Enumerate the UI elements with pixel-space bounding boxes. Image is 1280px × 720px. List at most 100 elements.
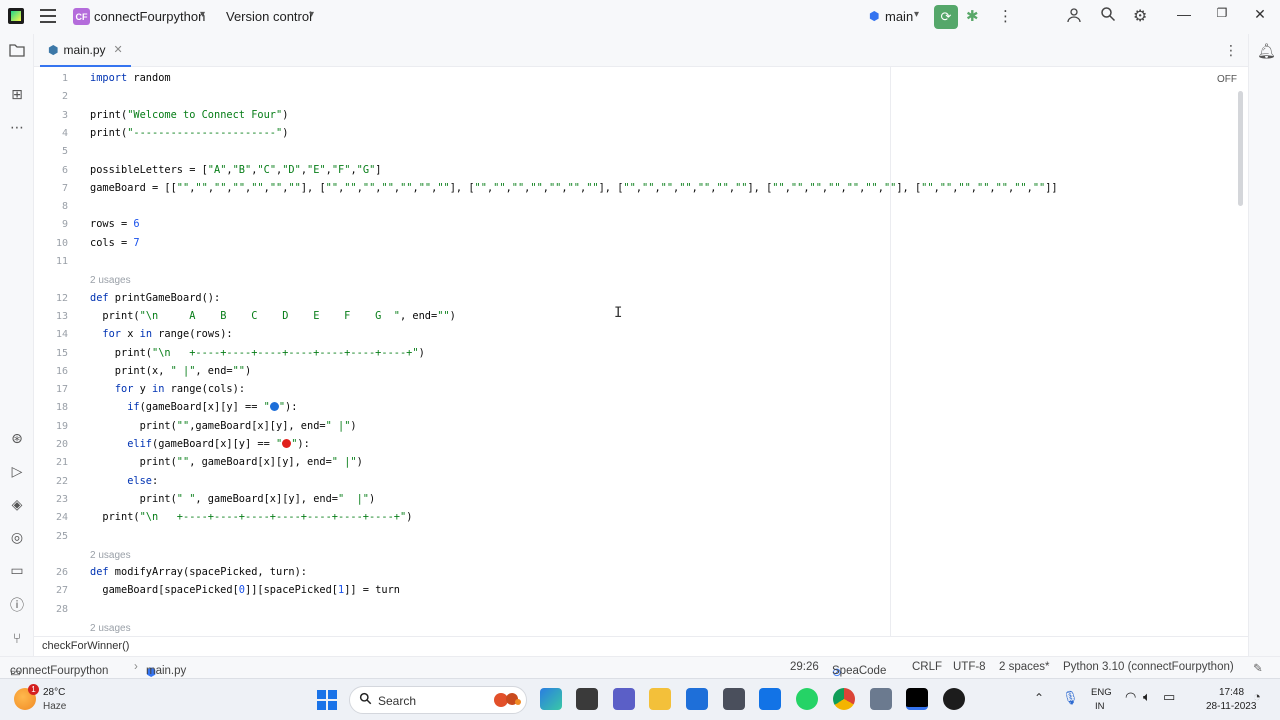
run-tool-icon[interactable]: ▷ (8, 462, 26, 480)
line-number: 23 (55, 493, 68, 505)
store-app-icon[interactable] (686, 688, 708, 710)
battery-icon[interactable]: ▭ (1163, 689, 1175, 705)
close-tab-icon[interactable]: ✕ (114, 43, 123, 56)
code-line[interactable]: print("\n +----+----+----+----+----+----… (90, 511, 412, 523)
code-line[interactable]: elif(gameBoard[x][y] == " "): (90, 438, 310, 450)
code-line[interactable]: def printGameBoard(): (90, 292, 220, 304)
chevron-down-icon[interactable]: ▾ (200, 9, 205, 20)
code-line[interactable]: import random (90, 72, 171, 84)
version-control-menu[interactable]: Version control (226, 9, 312, 24)
code-editor[interactable]: 1 2 3 4 5 6 7 8 9 10 11 12 13 14 15 16 17 18 19 20 21 22 23 24 2… (34, 67, 1248, 636)
pycharm-logo-icon[interactable] (8, 8, 24, 24)
branch-selector[interactable]: main (885, 9, 913, 24)
main-menu-icon[interactable] (40, 9, 56, 23)
file-explorer-app-icon[interactable] (649, 688, 671, 710)
github-app-icon[interactable] (943, 688, 965, 710)
code-line[interactable]: print("",gameBoard[x][y], end=" |") (90, 420, 357, 432)
wifi-icon[interactable]: ◠ (1125, 689, 1136, 705)
file-encoding[interactable]: UTF-8 (953, 661, 986, 673)
project-switcher[interactable]: connectFourpython (94, 9, 205, 24)
code-line[interactable]: print("\n +----+----+----+----+----+----… (90, 347, 425, 359)
code-line[interactable]: rows = 6 (90, 218, 140, 230)
usage-hint[interactable]: 2 usages (90, 275, 131, 286)
snipping-tool-app-icon[interactable] (870, 688, 892, 710)
chevron-down-icon[interactable]: ▾ (309, 9, 314, 20)
code-line[interactable]: print("", gameBoard[x][y], end=" |") (90, 456, 363, 468)
code-line[interactable]: for x in range(rows): (90, 328, 232, 340)
taskbar-search-box[interactable]: Search (349, 686, 527, 714)
code-line[interactable]: if(gameBoard[x][y] == " "): (90, 401, 297, 413)
minimize-button[interactable]: — (1174, 6, 1194, 22)
volume-icon[interactable]: 🔈︎ (1143, 689, 1151, 705)
notifications-bell-icon[interactable]: 🔔︎ (1257, 42, 1276, 60)
add-user-icon[interactable] (1067, 7, 1083, 28)
debug-icon[interactable]: ✱ (966, 7, 979, 25)
whatsapp-app-icon[interactable] (796, 688, 818, 710)
code-line[interactable]: cols = 7 (90, 237, 140, 249)
code-line[interactable]: def modifyArray(spacePicked, turn): (90, 566, 307, 578)
line-ending[interactable]: CRLF (912, 661, 942, 673)
version-control-icon[interactable]: ⑂ (8, 629, 26, 647)
vertical-scrollbar[interactable] (1238, 91, 1243, 206)
usage-hint[interactable]: 2 usages (90, 550, 131, 561)
code-line[interactable]: possibleLetters = ["A","B","C","D","E","… (90, 164, 381, 176)
code-line[interactable]: print("Welcome to Connect Four") (90, 109, 288, 121)
line-number: 10 (55, 237, 68, 249)
clock-date[interactable]: 28-11-2023 (1206, 701, 1256, 712)
teams-app-icon[interactable] (613, 688, 635, 710)
code-line[interactable]: print(" ", gameBoard[x][y], end=" |") (90, 493, 376, 505)
project-badge[interactable]: CF (73, 8, 90, 25)
more-tools-icon[interactable]: ⋯ (8, 118, 26, 136)
terminal-icon[interactable]: ▭ (8, 561, 26, 579)
code-line[interactable]: gameBoard = [["","","","","","",""], [""… (90, 182, 1058, 194)
tab-options-icon[interactable]: ⋮ (1224, 42, 1238, 59)
read-only-toggle-icon[interactable]: ✎ (1253, 661, 1263, 675)
line-number: 5 (61, 146, 68, 158)
weather-description[interactable]: Haze (43, 701, 66, 712)
weather-temperature[interactable]: 28°C (43, 687, 65, 698)
tab-main-py[interactable]: ⬢ main.py ✕ (40, 34, 131, 67)
code-line[interactable]: print("-----------------------") (90, 127, 288, 139)
usage-hint[interactable]: 2 usages (90, 623, 131, 634)
vscode-app-icon[interactable] (759, 688, 781, 710)
language-indicator[interactable]: ENG (1091, 687, 1112, 698)
line-number: 14 (55, 329, 68, 341)
tray-overflow-chevron-icon[interactable]: ⌃ (1034, 691, 1044, 705)
notification-center-icon[interactable]: ◔ (1253, 689, 1261, 704)
pycharm-app-icon[interactable] (906, 688, 928, 710)
keyboard-layout-indicator[interactable]: IN (1095, 701, 1105, 712)
more-actions-icon[interactable]: ⋮ (998, 7, 1013, 25)
close-window-button[interactable]: ✕ (1250, 6, 1270, 23)
code-line[interactable]: else: (90, 475, 158, 487)
services-icon[interactable]: ◎ (8, 528, 26, 546)
chevron-down-icon[interactable]: ▾ (914, 9, 919, 20)
structure-icon[interactable]: ⊞ (8, 85, 26, 103)
project-folder-icon[interactable] (8, 43, 26, 61)
microphone-icon[interactable]: 🎙︎ (1062, 690, 1079, 706)
python-packages-icon[interactable]: ⊛ (8, 429, 26, 447)
line-number: 8 (61, 201, 68, 213)
search-icon[interactable] (1100, 6, 1116, 27)
layers-icon[interactable]: ◈ (8, 495, 26, 513)
cursor-position[interactable]: 29:26 (790, 661, 819, 673)
inspection-toggle[interactable]: OFF (1217, 74, 1237, 85)
code-area[interactable]: 2 usages 2 usages 2 usages import random pri… (90, 67, 1230, 636)
settings-gear-icon[interactable]: ⚙ (1133, 6, 1147, 26)
breadcrumb-function[interactable]: checkForWinner() (42, 640, 129, 652)
copilot-app-icon[interactable] (540, 688, 562, 710)
restore-button[interactable]: ❐ (1212, 6, 1232, 20)
run-button[interactable]: ⟳ (934, 5, 958, 29)
unity-app-icon[interactable] (723, 688, 745, 710)
code-line[interactable]: print("\n A B C D E F G ", end="") (90, 310, 455, 322)
chrome-app-icon[interactable] (833, 688, 855, 710)
code-line[interactable]: for y in range(cols): (90, 383, 245, 395)
indent-setting[interactable]: 2 spaces* (999, 661, 1050, 673)
clock-time[interactable]: 17:48 (1219, 687, 1244, 698)
code-line[interactable]: print(x, " |", end="") (90, 365, 251, 377)
problems-icon[interactable]: ⓘ (8, 596, 26, 614)
windows-start-icon[interactable] (317, 690, 337, 710)
python-interpreter[interactable]: Python 3.10 (connectFourpython) (1063, 661, 1234, 673)
file-explorer-dark-app-icon[interactable] (576, 688, 598, 710)
code-line[interactable]: gameBoard[spacePicked[0]][spacePicked[1]… (90, 584, 400, 596)
line-number: 13 (55, 310, 68, 322)
